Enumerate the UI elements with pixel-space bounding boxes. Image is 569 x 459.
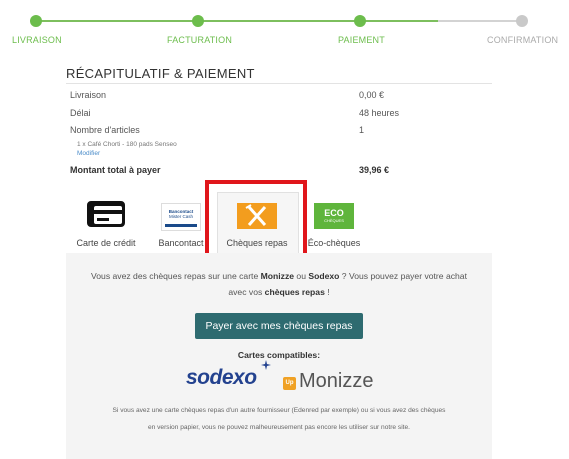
step-dot-facturation	[192, 15, 204, 27]
total-label: Montant total à payer	[70, 165, 161, 175]
recap-item: 1 x Café Chorti - 180 pads Senseo	[77, 141, 177, 148]
step-dot-confirmation	[516, 15, 528, 27]
total-value: 39,96 €	[359, 165, 390, 175]
step-label-facturation[interactable]: FACTURATION	[167, 35, 232, 45]
bancontact-icon: Bancontact Mister Cash	[161, 203, 201, 231]
recap-title: RÉCAPITULATIF & PAIEMENT	[66, 66, 255, 81]
sodexo-star-icon	[261, 360, 271, 370]
step-label-livraison[interactable]: LIVRAISON	[12, 35, 62, 45]
step-dot-livraison	[30, 15, 42, 27]
intro-text: Vous avez des chèques repas sur une cart…	[91, 271, 467, 281]
recap-row-value: 48 heures	[359, 108, 400, 118]
eco-logo-text: ECO	[324, 208, 344, 218]
eco-icon: ECO CHÈQUES	[314, 203, 354, 229]
pay-with-cheques-button[interactable]: Payer avec mes chèques repas	[195, 313, 363, 339]
bancontact-logo-sub: Mister Cash	[168, 214, 193, 219]
tab-label: Éco-chèques	[307, 238, 361, 248]
cheques-repas-panel: Vous avez des chèques repas sur une cart…	[66, 253, 492, 459]
compatible-cards-title: Cartes compatibles:	[237, 350, 321, 360]
checkout-progress: LIVRAISON FACTURATION PAIEMENT CONFIRMAT…	[0, 0, 569, 55]
tab-credit-card[interactable]: Carte de crédit	[70, 196, 142, 248]
eco-logo-sub: CHÈQUES	[324, 218, 344, 223]
recap-row-label: Nombre d'articles	[70, 125, 140, 135]
progress-track-pending	[438, 20, 522, 22]
credit-card-icon	[87, 201, 125, 227]
progress-track-done	[36, 20, 438, 22]
monizze-badge-icon: Up	[283, 377, 296, 390]
recap-row-value: 1	[359, 125, 365, 135]
step-label-confirmation: CONFIRMATION	[487, 35, 559, 45]
note-line-1: Si vous avez une carte chèques repas d'u…	[112, 407, 446, 414]
intro-line-2: avec vos chèques repas !	[228, 287, 330, 297]
step-dot-paiement	[354, 15, 366, 27]
recap-divider	[66, 83, 492, 84]
note-line-2: en version papier, vous ne pouvez malheu…	[147, 424, 411, 431]
tab-eco-cheques[interactable]: ECO CHÈQUES Éco-chèques	[302, 196, 366, 248]
step-label-paiement: PAIEMENT	[338, 35, 385, 45]
tab-bancontact[interactable]: Bancontact Mister Cash Bancontact	[153, 196, 209, 248]
modify-link[interactable]: Modifier	[77, 150, 100, 157]
monizze-logo: Monizze	[299, 370, 374, 392]
recap-row-label: Livraison	[70, 90, 107, 100]
sodexo-logo: sodexo	[186, 366, 257, 389]
recap-row-value: 0,00 €	[359, 90, 385, 100]
tab-label: Bancontact	[158, 238, 204, 248]
intro-line-1: Vous avez des chèques repas sur une cart…	[76, 268, 482, 284]
tab-label: Carte de crédit	[76, 238, 136, 248]
recap-row-label: Délai	[70, 108, 91, 118]
